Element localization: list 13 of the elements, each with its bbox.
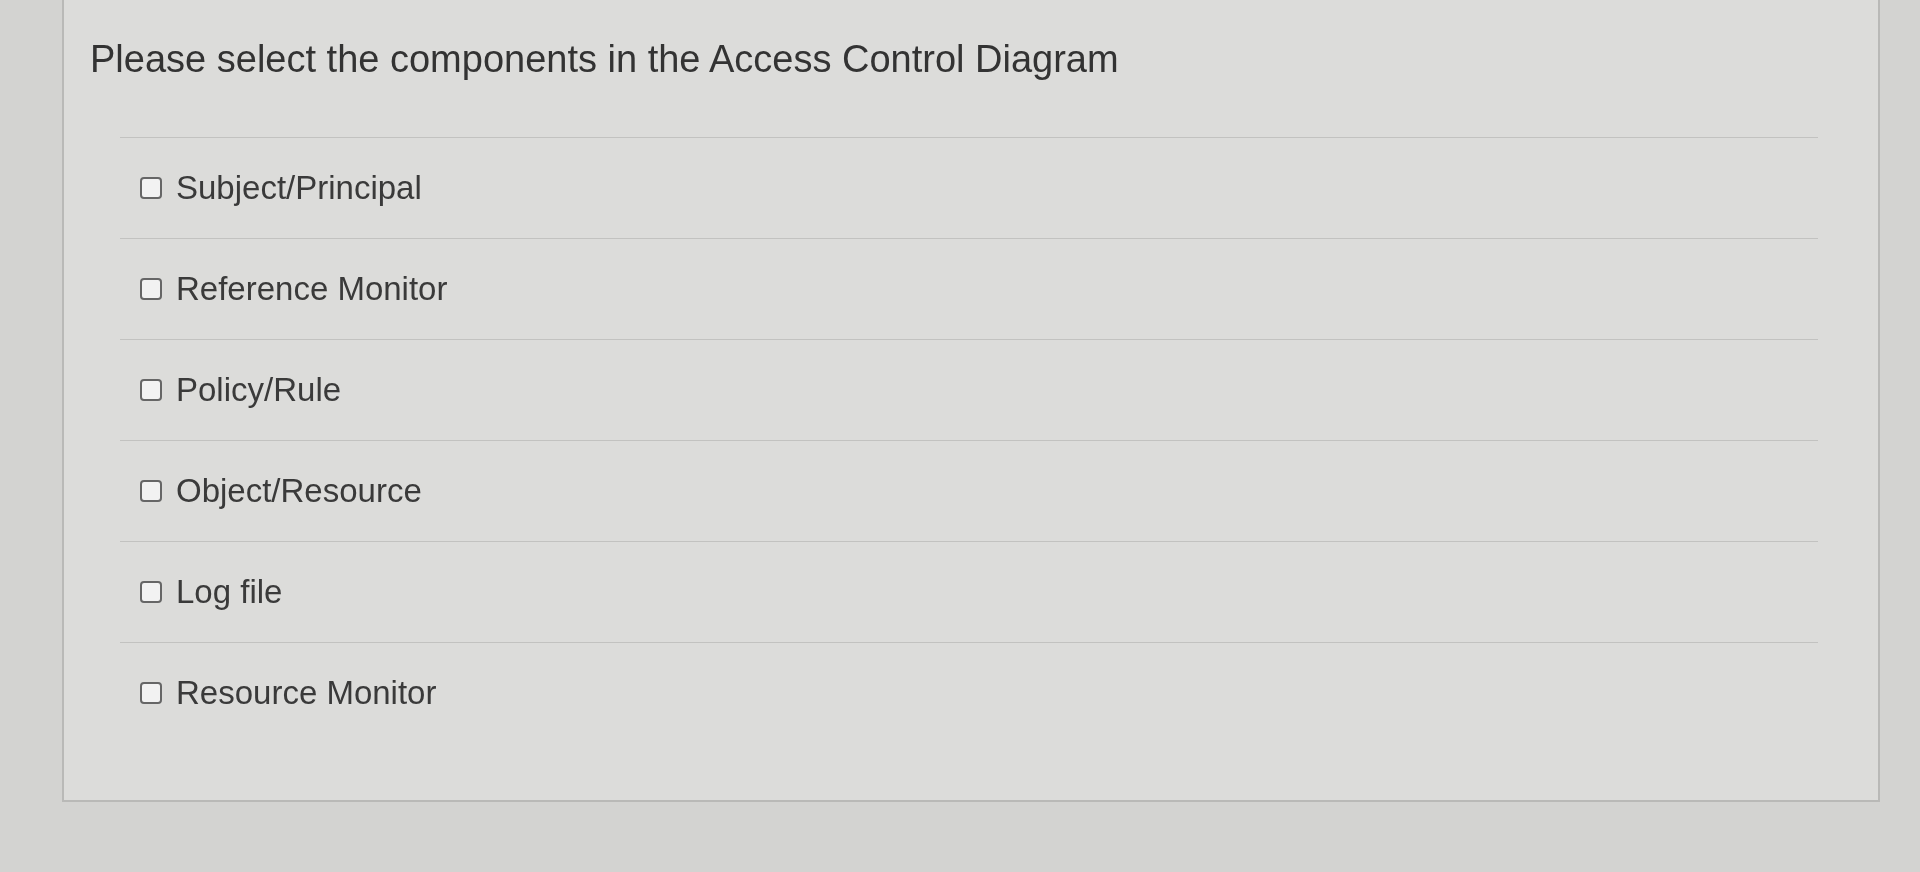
option-label[interactable]: Policy/Rule	[176, 371, 342, 409]
option-label[interactable]: Reference Monitor	[176, 270, 448, 308]
checkbox[interactable]	[140, 682, 162, 704]
option-label[interactable]: Subject/Principal	[176, 169, 422, 207]
checkbox[interactable]	[140, 177, 162, 199]
checkbox[interactable]	[140, 581, 162, 603]
option-label[interactable]: Log file	[176, 573, 283, 611]
checkbox[interactable]	[140, 278, 162, 300]
checkbox[interactable]	[140, 480, 162, 502]
checkbox[interactable]	[140, 379, 162, 401]
question-text: Please select the components in the Access Control Diagram	[90, 38, 1120, 81]
option-label[interactable]: Resource Monitor	[176, 674, 437, 712]
option-label[interactable]: Object/Resource	[176, 472, 422, 510]
